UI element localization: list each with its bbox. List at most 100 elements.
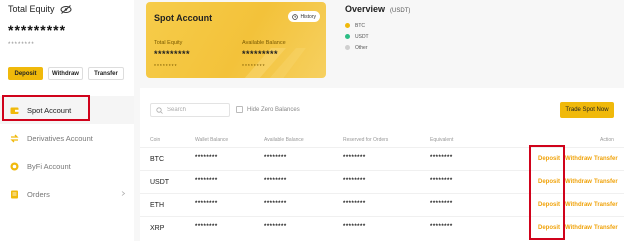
hide-zero-checkbox[interactable] [236, 106, 243, 113]
equity-actions: Deposit Withdraw Transfer [8, 67, 124, 80]
table-row: ETH ******** ******** ******** ******** … [140, 193, 624, 216]
eye-off-icon[interactable] [60, 4, 72, 14]
orders-icon [11, 190, 18, 198]
header-reserved: Reserved for Orders [343, 137, 389, 143]
legend-label: USDT [355, 33, 369, 40]
table-header: Coin Wallet Balance Available Balance Re… [140, 134, 624, 146]
total-equity-sub: ******** [8, 42, 35, 48]
row-deposit-link[interactable]: Deposit [538, 202, 560, 208]
wallet-icon [10, 107, 19, 114]
card-available-label: Available Balance [242, 40, 286, 46]
row-transfer-link[interactable]: Transfer [594, 156, 618, 162]
hide-zero-label: Hide Zero Balances [247, 106, 300, 113]
deposit-button[interactable]: Deposit [8, 67, 43, 80]
coin-name: BTC [150, 156, 164, 163]
available-balance: ******** [264, 155, 287, 161]
coin-name: USDT [150, 179, 170, 186]
reserved-balance: ******** [343, 155, 366, 161]
swap-icon [10, 134, 19, 142]
coin-name: ETH [150, 202, 164, 209]
history-button[interactable]: History [288, 11, 320, 22]
main-content: Spot Account History Total Equity ******… [134, 0, 624, 241]
nav-item-spot-account[interactable]: Spot Account [0, 96, 134, 124]
equivalent-balance: ******** [430, 155, 453, 161]
table-row: USDT ******** ******** ******** ********… [140, 170, 624, 193]
nav-item-label: Spot Account [27, 105, 72, 115]
wallet-balance: ******** [195, 155, 218, 161]
row-transfer-link[interactable]: Transfer [594, 179, 618, 185]
header-coin: Coin [150, 137, 161, 143]
overview-title: Overview [345, 4, 386, 14]
card-equity-value: ********* [154, 49, 191, 59]
row-withdraw-link[interactable]: Withdraw [565, 179, 592, 185]
overview-unit: (USDT) [390, 8, 411, 14]
table-row: XRP ******** ******** ******** ******** … [140, 216, 624, 239]
available-balance: ******** [264, 178, 287, 184]
row-deposit-link[interactable]: Deposit [538, 225, 560, 231]
card-available-sub: ******** [242, 64, 266, 70]
reserved-balance: ******** [343, 224, 366, 230]
nav-item-label: Orders [27, 189, 50, 199]
available-balance: ******** [264, 224, 287, 230]
account-nav: Spot Account Derivatives Account ByFi Ac… [0, 96, 134, 208]
header-available-balance: Available Balance [264, 137, 304, 143]
overview-header: Overview (USDT) [345, 4, 410, 14]
row-withdraw-link[interactable]: Withdraw [565, 225, 592, 231]
legend-item-btc: BTC [345, 20, 369, 31]
equivalent-balance: ******** [430, 224, 453, 230]
header-equivalent: Equivalent [430, 137, 454, 143]
card-title: Spot Account [154, 13, 213, 23]
legend-dot [345, 45, 350, 50]
transfer-button[interactable]: Transfer [88, 67, 124, 80]
nav-item-byfi-account[interactable]: ByFi Account [0, 152, 134, 180]
row-withdraw-link[interactable]: Withdraw [565, 202, 592, 208]
total-equity-header: Total Equity [8, 4, 72, 14]
search-icon [156, 106, 163, 114]
card-equity-label: Total Equity [154, 40, 183, 46]
available-balance: ******** [264, 201, 287, 207]
chevron-right-icon [121, 191, 126, 196]
total-equity-title: Total Equity [8, 4, 55, 14]
hide-zero-balances[interactable]: Hide Zero Balances [236, 106, 300, 113]
header-action: Action [600, 137, 614, 143]
legend-dot [345, 34, 350, 39]
wallet-balance: ******** [195, 201, 218, 207]
history-label: History [300, 13, 316, 20]
card-available-value: ********* [242, 49, 279, 59]
equivalent-balance: ******** [430, 178, 453, 184]
nav-item-orders[interactable]: Orders [0, 180, 134, 208]
coin-name: XRP [150, 225, 165, 232]
balances-panel: Hide Zero Balances Trade Spot Now Coin W… [140, 88, 624, 241]
spot-account-card: Spot Account History Total Equity ******… [146, 2, 326, 78]
row-deposit-link[interactable]: Deposit [538, 179, 560, 185]
history-icon [292, 13, 299, 20]
search-box[interactable] [150, 103, 230, 117]
total-equity-value: ********* [8, 22, 67, 38]
header-wallet-balance: Wallet Balance [195, 137, 229, 143]
row-deposit-link[interactable]: Deposit [538, 156, 560, 162]
trade-spot-button[interactable]: Trade Spot Now [560, 102, 614, 118]
equivalent-balance: ******** [430, 201, 453, 207]
nav-item-derivatives-account[interactable]: Derivatives Account [0, 124, 134, 152]
legend-item-usdt: USDT [345, 31, 369, 42]
reserved-balance: ******** [343, 178, 366, 184]
table-row: BTC ******** ******** ******** ******** … [140, 147, 624, 170]
row-withdraw-link[interactable]: Withdraw [565, 156, 592, 162]
wallet-balance: ******** [195, 224, 218, 230]
nav-item-label: Derivatives Account [27, 133, 93, 143]
row-transfer-link[interactable]: Transfer [594, 202, 618, 208]
reserved-balance: ******** [343, 201, 366, 207]
legend-item-other: Other [345, 42, 369, 53]
row-transfer-link[interactable]: Transfer [594, 225, 618, 231]
sidebar: Total Equity ********* ******** Deposit … [0, 0, 134, 241]
coin-icon [10, 162, 19, 170]
card-equity-sub: ******** [154, 64, 178, 70]
withdraw-button[interactable]: Withdraw [48, 67, 83, 80]
nav-item-label: ByFi Account [27, 161, 71, 171]
wallet-balance: ******** [195, 178, 218, 184]
overview-legend: BTC USDT Other [345, 20, 369, 53]
search-input[interactable] [167, 107, 222, 113]
legend-label: Other [355, 44, 368, 51]
legend-dot [345, 23, 350, 28]
legend-label: BTC [355, 22, 365, 29]
